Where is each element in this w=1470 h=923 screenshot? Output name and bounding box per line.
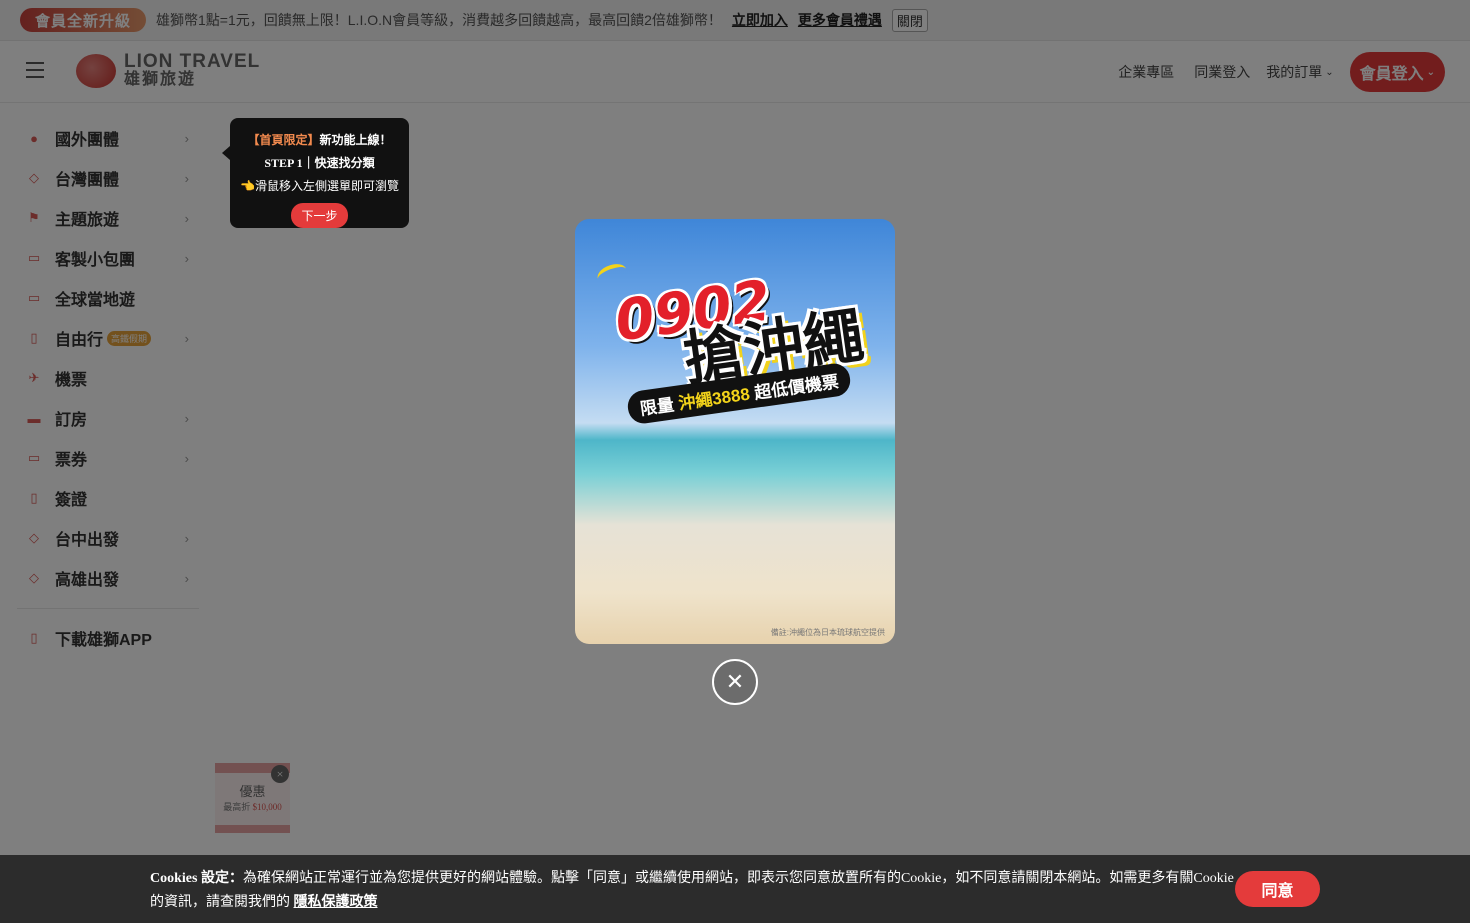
tooltip-instruction: 👈滑鼠移入左側選單即可瀏覽 bbox=[240, 179, 399, 193]
close-icon: ✕ bbox=[725, 669, 745, 694]
cookie-consent-bar: Cookies 設定：為確保網站正常運行並為您提供更好的網站體驗。點擊「同意」或… bbox=[0, 855, 1470, 923]
tooltip-headline: 【首頁限定】新功能上線！ bbox=[230, 131, 409, 148]
ad-banner-suffix: 超低價機票 bbox=[753, 372, 840, 403]
tooltip-step: STEP 1｜快速找分類 bbox=[264, 156, 375, 170]
ad-footnote: 備註:沖繩位為日本琉球航空提供 bbox=[770, 628, 885, 637]
cookie-title: Cookies 設定： bbox=[150, 871, 243, 886]
privacy-policy-link[interactable]: 隱私保護政策 bbox=[294, 895, 378, 910]
cookie-agree-button[interactable]: 同意 bbox=[1235, 871, 1320, 907]
sun-decoration bbox=[594, 260, 630, 288]
onboarding-tooltip: 【首頁限定】新功能上線！ STEP 1｜快速找分類 👈滑鼠移入左側選單即可瀏覽 … bbox=[222, 118, 409, 228]
cookie-message: Cookies 設定：為確保網站正常運行並為您提供更好的網站體驗。點擊「同意」或… bbox=[150, 867, 1235, 915]
tooltip-next-button[interactable]: 下一步 bbox=[291, 203, 348, 228]
tooltip-line1: 新功能上線！ bbox=[319, 133, 392, 147]
tooltip-tag: 【首頁限定】 bbox=[247, 133, 320, 147]
okinawa-ad-image[interactable]: 0902 搶沖繩 限量 沖繩3888 超低價機票 備註:沖繩位為日本琉球航空提供 bbox=[575, 219, 895, 644]
ad-banner-prefix: 限量 bbox=[638, 395, 676, 419]
ad-banner-highlight: 沖繩3888 bbox=[677, 384, 752, 414]
modal-close-button[interactable]: ✕ bbox=[712, 659, 758, 705]
